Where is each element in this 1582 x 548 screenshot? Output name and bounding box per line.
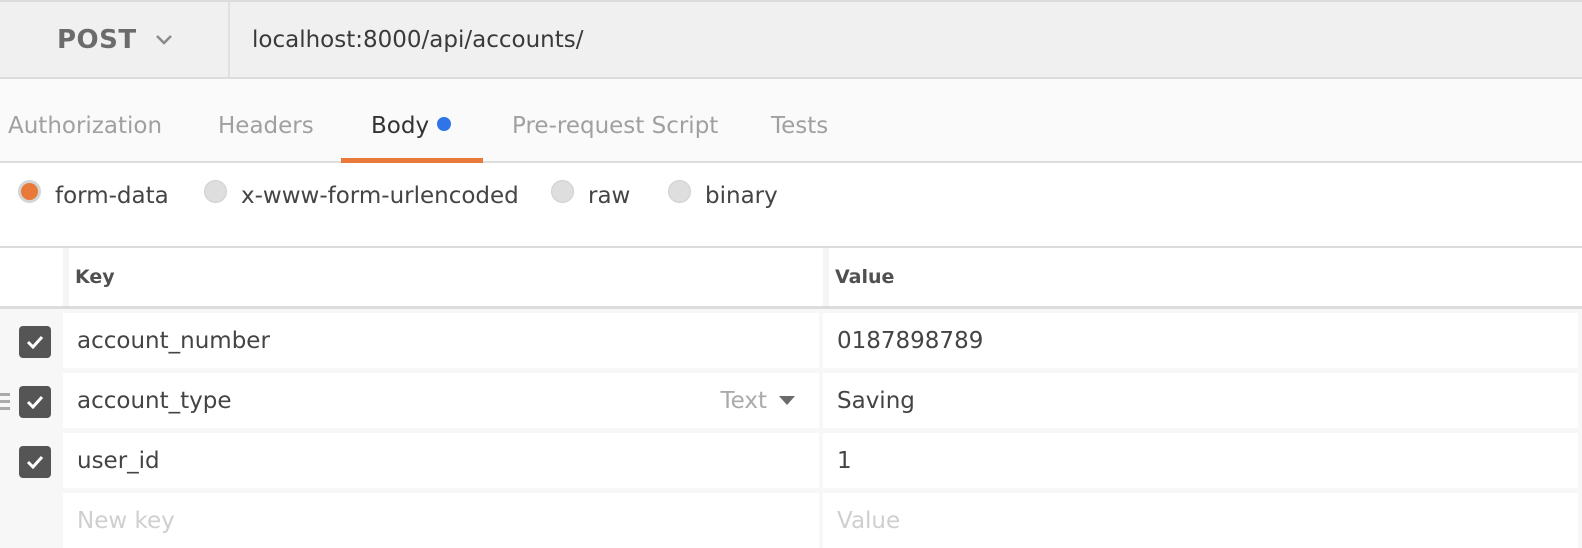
tab-label: Authorization	[8, 113, 163, 139]
new-key-placeholder: New key	[77, 507, 175, 534]
body-type-selector: form-data x-www-form-urlencoded raw bina…	[0, 163, 1582, 248]
method-selector[interactable]: POST	[0, 2, 230, 77]
tab-body[interactable]: Body	[341, 113, 483, 163]
chevron-down-icon	[155, 34, 172, 45]
value-text: 0187898789	[837, 327, 984, 354]
tab-headers[interactable]: Headers	[218, 113, 314, 163]
radio-unchecked-icon[interactable]	[204, 179, 227, 203]
form-data-table: Key Value account_number 0187898789 acco…	[0, 248, 1582, 548]
drag-handle-icon[interactable]	[0, 391, 10, 411]
modified-dot-icon	[437, 117, 452, 131]
tab-pre-request-script[interactable]: Pre-request Script	[512, 113, 718, 163]
key-input[interactable]: account_type Text	[63, 373, 819, 428]
type-dropdown[interactable]: Text	[720, 388, 795, 414]
request-url-bar: POST localhost:8000/api/accounts/	[0, 0, 1582, 79]
tab-label: Headers	[218, 113, 314, 139]
key-text: account_number	[77, 327, 270, 354]
value-input[interactable]: 1	[823, 433, 1578, 488]
url-input[interactable]: localhost:8000/api/accounts/	[230, 2, 1582, 77]
radio-label: raw	[588, 183, 631, 209]
type-label: Text	[720, 387, 767, 414]
row-check-cell	[0, 429, 57, 489]
caret-down-icon	[779, 396, 795, 405]
table-row: user_id 1	[0, 429, 1582, 489]
tab-label: Body	[371, 113, 430, 139]
value-text: Saving	[837, 387, 915, 414]
header-check-cell	[0, 248, 57, 306]
key-input[interactable]: account_number	[63, 313, 819, 368]
checkbox-checked-icon[interactable]	[19, 446, 51, 478]
radio-x-www-form-urlencoded[interactable]: x-www-form-urlencoded	[204, 179, 519, 209]
row-check-cell	[0, 309, 57, 369]
header-key: Key	[63, 248, 819, 306]
checkbox-checked-icon[interactable]	[19, 386, 51, 418]
tab-tests[interactable]: Tests	[771, 113, 828, 163]
radio-raw[interactable]: raw	[551, 179, 631, 209]
new-key-input[interactable]: New key	[63, 493, 819, 548]
radio-binary[interactable]: binary	[668, 179, 778, 209]
radio-label: binary	[705, 183, 778, 209]
radio-form-data[interactable]: form-data	[18, 179, 169, 209]
radio-label: x-www-form-urlencoded	[241, 183, 519, 209]
key-input[interactable]: user_id	[63, 433, 819, 488]
tab-label: Tests	[771, 113, 829, 139]
table-row: account_type Text Saving	[0, 369, 1582, 429]
value-input[interactable]: 0187898789	[823, 313, 1578, 368]
key-text: account_type	[77, 387, 232, 414]
header-value: Value	[823, 248, 1578, 306]
table-header: Key Value	[0, 248, 1582, 309]
new-value-input[interactable]: Value	[823, 493, 1578, 548]
key-text: user_id	[77, 447, 160, 474]
checkbox-checked-icon[interactable]	[19, 326, 51, 358]
value-text: 1	[837, 447, 852, 474]
tab-label: Pre-request Script	[512, 113, 719, 139]
tab-authorization[interactable]: Authorization	[8, 113, 162, 163]
radio-label: form-data	[55, 183, 169, 209]
row-check-cell	[0, 489, 57, 548]
radio-checked-icon[interactable]	[18, 179, 41, 203]
row-check-cell	[0, 369, 57, 429]
header-key-label: Key	[75, 266, 115, 288]
method-label: POST	[57, 24, 137, 55]
table-row-new: New key Value	[0, 489, 1582, 548]
new-value-placeholder: Value	[837, 507, 901, 534]
request-tabs: Authorization Headers Body Pre-request S…	[0, 79, 1582, 163]
radio-unchecked-icon[interactable]	[551, 179, 574, 203]
value-input[interactable]: Saving	[823, 373, 1578, 428]
url-text: localhost:8000/api/accounts/	[252, 26, 584, 53]
radio-unchecked-icon[interactable]	[668, 179, 691, 203]
table-row: account_number 0187898789	[0, 309, 1582, 369]
header-value-label: Value	[835, 266, 895, 288]
